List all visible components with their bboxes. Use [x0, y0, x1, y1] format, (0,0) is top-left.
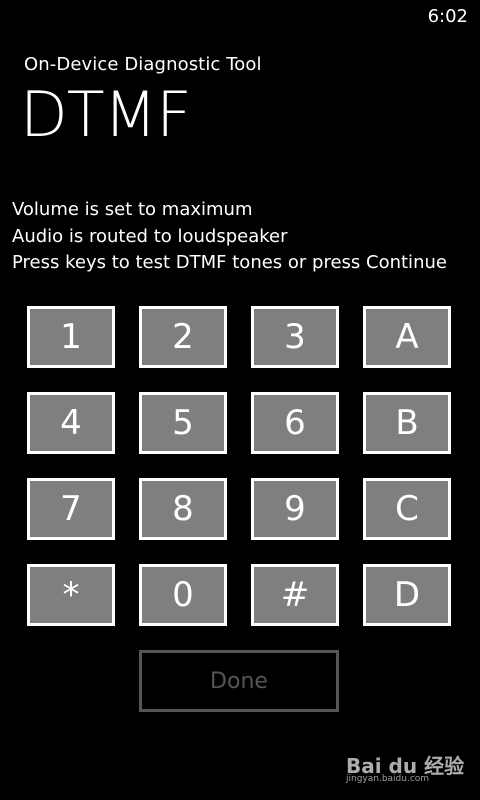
- key-7[interactable]: 7: [27, 478, 115, 540]
- app-title: On-Device Diagnostic Tool: [24, 54, 262, 75]
- key-0[interactable]: 0: [139, 564, 227, 626]
- status-time: 6:02: [427, 6, 468, 27]
- key-b[interactable]: B: [363, 392, 451, 454]
- key-a[interactable]: A: [363, 306, 451, 368]
- key-1[interactable]: 1: [27, 306, 115, 368]
- key-star[interactable]: *: [27, 564, 115, 626]
- watermark-url: jingyan.baidu.com: [346, 774, 430, 784]
- dtmf-keypad: 1 2 3 A 4 5 6 B 7 8 9 C * 0 # D: [27, 306, 451, 626]
- key-5[interactable]: 5: [139, 392, 227, 454]
- key-c[interactable]: C: [363, 478, 451, 540]
- key-4[interactable]: 4: [27, 392, 115, 454]
- page-title: DTMF: [20, 78, 192, 151]
- instruction-line: Audio is routed to loudspeaker: [12, 225, 288, 247]
- instructions: Volume is set to maximum Audio is routed…: [12, 197, 472, 277]
- baidu-watermark: Bai du 经验 jingyan.baidu.com: [346, 750, 464, 790]
- key-9[interactable]: 9: [251, 478, 339, 540]
- key-2[interactable]: 2: [139, 306, 227, 368]
- key-3[interactable]: 3: [251, 306, 339, 368]
- key-6[interactable]: 6: [251, 392, 339, 454]
- instruction-line: Press keys to test DTMF tones or press C…: [12, 252, 447, 273]
- key-hash[interactable]: #: [251, 564, 339, 626]
- instruction-line: Volume is set to maximum: [12, 199, 253, 220]
- key-d[interactable]: D: [363, 564, 451, 626]
- key-8[interactable]: 8: [139, 478, 227, 540]
- done-button[interactable]: Done: [139, 650, 339, 712]
